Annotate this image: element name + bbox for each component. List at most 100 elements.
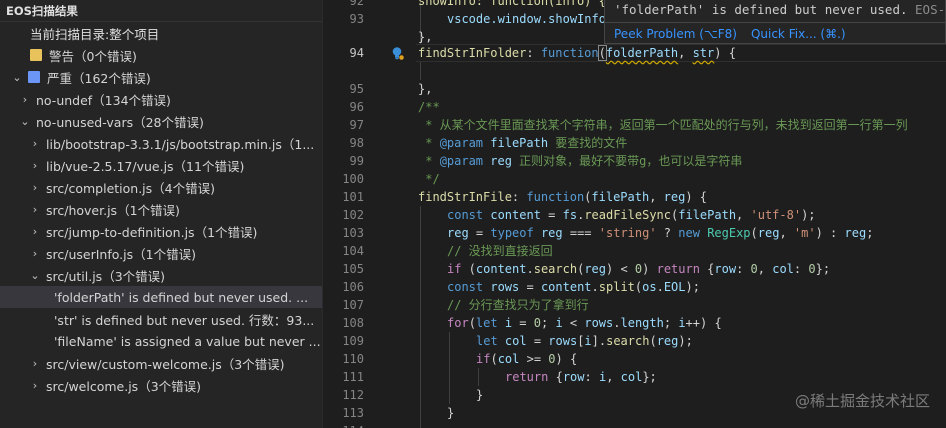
code-text: content	[475, 262, 527, 276]
code-text: return	[656, 262, 700, 276]
chevron-right-icon[interactable]: ›	[28, 137, 42, 150]
code-text: =	[519, 280, 541, 294]
code-text: filePath	[678, 208, 737, 222]
code-text: ) {	[555, 352, 578, 366]
line-number: 103	[342, 226, 364, 240]
code-text: .	[526, 262, 534, 276]
code-text: i	[555, 316, 563, 330]
code-text: RegExp	[707, 226, 751, 240]
line-number: 107	[342, 298, 364, 312]
tree-label: 严重（162个错误)	[47, 70, 151, 86]
code-line: },	[418, 80, 432, 98]
code-text: >=	[519, 352, 549, 366]
code-text: ,	[779, 226, 794, 240]
code-text: (	[461, 262, 476, 276]
tree-group-warning[interactable]: 警告（0个错误)	[0, 44, 322, 66]
code-text: );	[801, 208, 816, 222]
code-line: * @param filePath 要查找的文件	[418, 134, 627, 152]
chevron-down-icon[interactable]: ⌄	[18, 115, 32, 128]
tree-problem-item[interactable]: 'folderPath' is defined but never used. …	[0, 286, 322, 308]
code-text: reg	[663, 190, 686, 204]
code-line: vscode.window.showInfo	[447, 10, 606, 28]
tree-label: 'fileName' is assigned a value but never…	[54, 333, 321, 349]
code-text: EOL	[663, 280, 686, 294]
code-text: 0	[808, 262, 816, 276]
code-text: (	[468, 316, 476, 330]
code-line: }	[447, 404, 454, 422]
lightbulb-icon[interactable]	[390, 46, 404, 60]
chevron-down-icon[interactable]: ⌄	[10, 71, 24, 84]
tree-group-severe[interactable]: ⌄ 严重（162个错误)	[0, 66, 322, 88]
code-text: ===	[569, 226, 592, 240]
tree-file[interactable]: › src/userInfo.js（1个错误)	[0, 242, 322, 264]
code-text: content	[490, 208, 541, 222]
code-line: let col = rows[i].search(reg);	[476, 332, 693, 350]
tree-rule-no-unused-vars[interactable]: ⌄ no-unused-vars（28个错误)	[0, 110, 322, 132]
code-text: reg	[447, 226, 469, 240]
code-text: {	[548, 370, 563, 384]
line-number: 101	[342, 190, 364, 204]
code-line-current: findStrInFolder: function(folderPath, st…	[418, 44, 736, 62]
tree-problem-item[interactable]: 'str' is defined but never used. 行数：93..…	[0, 308, 322, 330]
code-text: *	[418, 154, 440, 168]
code-text: <	[562, 316, 585, 330]
code-text: length	[620, 316, 664, 330]
code-text: ) <	[606, 262, 635, 276]
tree-file[interactable]: › src/completion.js（4个错误)	[0, 176, 322, 198]
tree-file[interactable]: › src/view/custom-welcome.js（3个错误)	[0, 352, 322, 374]
line-number: 96	[349, 100, 364, 114]
line-number: 105	[342, 262, 364, 276]
code-text: readFileSync	[584, 208, 672, 222]
peek-problem-link[interactable]: Peek Problem (⌥F8)	[614, 27, 737, 41]
chevron-right-icon[interactable]: ›	[28, 225, 42, 238]
chevron-right-icon[interactable]: ›	[28, 181, 42, 194]
code-text: );	[685, 280, 700, 294]
tree-label: no-undef（134个错误)	[36, 92, 171, 108]
line-number: 111	[342, 370, 364, 384]
chevron-right-icon[interactable]: ›	[28, 159, 42, 172]
code-text: i	[678, 316, 686, 330]
code-text: rows	[548, 334, 578, 348]
chevron-right-icon[interactable]: ›	[18, 93, 32, 106]
code-text: split	[598, 280, 635, 294]
code-text: 0	[533, 316, 541, 330]
code-text: 0	[548, 352, 556, 366]
code-text: 'string'	[598, 226, 657, 240]
code-text: showInfo: function(info) {	[418, 0, 606, 8]
chevron-right-icon[interactable]: ›	[28, 379, 42, 392]
warning-square-icon	[30, 49, 42, 61]
code-text: col	[497, 352, 520, 366]
code-text: search	[533, 262, 578, 276]
code-text: 0	[750, 262, 758, 276]
chevron-right-icon[interactable]: ›	[28, 247, 42, 260]
line-number: 99	[349, 154, 364, 168]
code-line: /**	[418, 98, 440, 116]
line-number: 108	[342, 316, 364, 330]
chevron-right-icon[interactable]: ›	[28, 203, 42, 216]
code-text: :	[736, 262, 751, 276]
chevron-right-icon[interactable]: ›	[28, 357, 42, 370]
tree-file-util[interactable]: ⌄ src/util.js（3个错误)	[0, 264, 322, 286]
tree-file[interactable]: › lib/vue-2.5.17/vue.js（11个错误)	[0, 154, 322, 176]
chevron-down-icon[interactable]: ⌄	[28, 269, 42, 282]
quick-fix-link[interactable]: Quick Fix... (⌘.)	[751, 27, 846, 41]
code-text: ?	[656, 226, 679, 240]
code-text: reg	[757, 226, 780, 240]
code-text: 正则对象，最好不要带g，也可以是字符串	[511, 154, 743, 168]
tree-rule-no-undef[interactable]: › no-undef（134个错误)	[0, 88, 322, 110]
code-text: function	[526, 190, 585, 204]
code-text: fs	[562, 208, 578, 222]
tree-file[interactable]: › src/jump-to-definition.js（1个错误)	[0, 220, 322, 242]
code-line: // 分行查找只为了拿到行	[447, 296, 589, 314]
tree-label: src/hover.js（1个错误)	[46, 202, 180, 218]
tree-file[interactable]: › lib/bootstrap-3.3.1/js/bootstrap.min.j…	[0, 132, 322, 154]
code-text: reg	[483, 154, 512, 168]
tree-label: src/jump-to-definition.js（1个错误)	[46, 224, 258, 240]
code-text: reg	[656, 334, 679, 348]
hover-message: 'folderPath' is defined but never used. …	[614, 2, 945, 17]
tree-file[interactable]: › src/hover.js（1个错误)	[0, 198, 322, 220]
code-text: if	[447, 262, 462, 276]
tree-file[interactable]: › src/welcome.js（3个错误)	[0, 374, 322, 396]
code-editor[interactable]: 92 93 94 95 96 97 98 99 100 101 102 103 …	[324, 0, 946, 428]
tree-problem-item[interactable]: 'fileName' is assigned a value but never…	[0, 330, 322, 352]
